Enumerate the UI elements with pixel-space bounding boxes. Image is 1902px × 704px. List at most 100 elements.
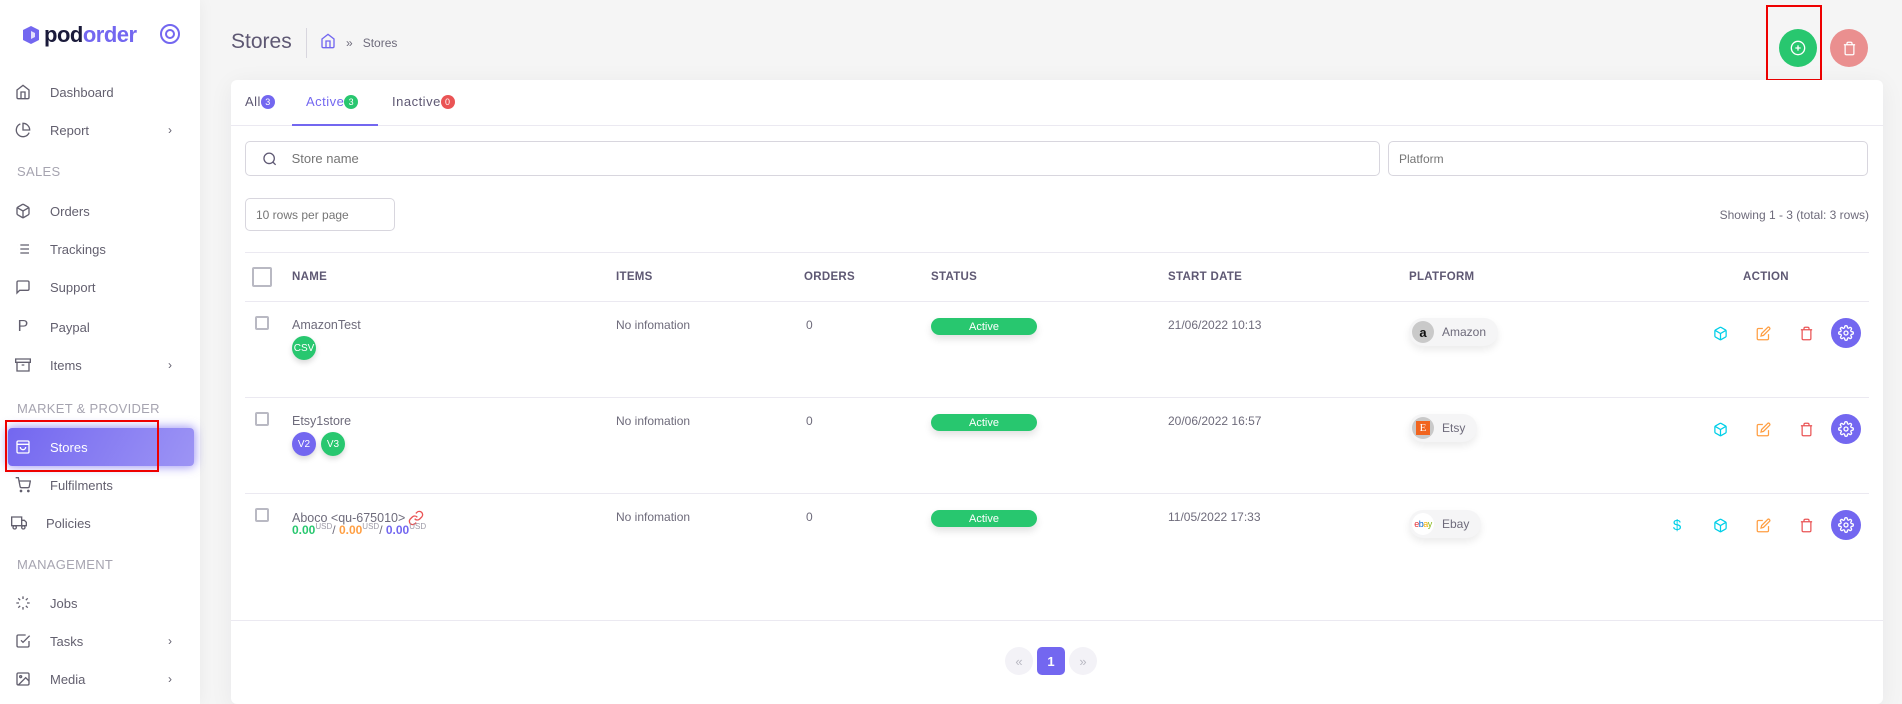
- platform-chip: E Etsy: [1409, 414, 1478, 442]
- sidebar-item-orders[interactable]: Orders: [8, 192, 194, 230]
- sidebar-item-label: Dashboard: [50, 84, 114, 100]
- page-1-button[interactable]: 1: [1037, 647, 1065, 675]
- tab-inactive[interactable]: Inactive 0: [392, 94, 455, 109]
- shopping-bag-icon: [14, 438, 32, 456]
- tag-badge: V2: [292, 432, 316, 456]
- sidebar-item-support[interactable]: Support: [8, 268, 194, 306]
- nav-section-market-provider: MARKET & PROVIDER: [17, 401, 160, 416]
- tab-count-badge: 0: [440, 94, 455, 109]
- nav-section-management: MANAGEMENT: [17, 557, 114, 572]
- column-header-platform[interactable]: PLATFORM: [1409, 271, 1474, 283]
- sidebar-item-trackings[interactable]: Trackings: [8, 230, 194, 268]
- sidebar-item-report[interactable]: Report ›: [8, 111, 194, 149]
- sidebar-item-items[interactable]: Items ›: [8, 346, 194, 384]
- sidebar-item-jobs[interactable]: Jobs: [8, 584, 194, 622]
- view-items-button[interactable]: [1709, 514, 1731, 536]
- store-orders: 0: [806, 414, 813, 428]
- sidebar-item-policies[interactable]: Policies: [8, 504, 194, 542]
- sidebar: podorder Dashboard Report › SALES Orders…: [0, 0, 200, 704]
- tab-count-badge: 3: [344, 94, 359, 109]
- store-items: No infomation: [616, 318, 691, 332]
- table-row: Etsy1store V2 V3 No infomation 0 Active …: [245, 398, 1869, 494]
- sidebar-item-tasks[interactable]: Tasks ›: [8, 622, 194, 660]
- edit-button[interactable]: [1752, 418, 1774, 440]
- select-all-checkbox[interactable]: [252, 267, 272, 287]
- tab-active[interactable]: Active 3: [306, 94, 359, 109]
- trash-icon: [1800, 518, 1812, 532]
- view-items-button[interactable]: [1709, 322, 1731, 344]
- column-header-name[interactable]: NAME: [292, 271, 327, 283]
- home-icon: [14, 83, 32, 101]
- balance-separator: /: [379, 523, 383, 537]
- sidebar-item-paypal[interactable]: P Paypal: [8, 308, 194, 346]
- tab-label: All: [245, 94, 261, 109]
- store-name-search[interactable]: [245, 141, 1380, 176]
- edit-button[interactable]: [1752, 322, 1774, 344]
- settings-button[interactable]: [1831, 510, 1861, 540]
- store-name[interactable]: Etsy1store: [292, 414, 351, 428]
- edit-icon: [1756, 518, 1770, 532]
- sidebar-item-label: Media: [50, 671, 86, 687]
- sidebar-item-label: Fulfilments: [50, 477, 113, 493]
- paypal-icon: P: [17, 318, 29, 335]
- delete-stores-button[interactable]: [1830, 29, 1868, 67]
- settings-button[interactable]: [1831, 318, 1861, 348]
- next-page-button[interactable]: »: [1069, 647, 1097, 675]
- platform-chip: a Amazon: [1409, 318, 1499, 346]
- store-items: No infomation: [616, 414, 691, 428]
- tab-count-badge: 3: [260, 94, 275, 109]
- column-header-items[interactable]: ITEMS: [616, 271, 653, 283]
- add-store-button[interactable]: [1779, 29, 1817, 67]
- add-circle-icon: [1790, 40, 1806, 56]
- platform-filter[interactable]: [1388, 141, 1868, 176]
- box-icon: [1713, 422, 1727, 436]
- breadcrumb: » Stores: [320, 33, 397, 52]
- store-start-date: 11/05/2022 17:33: [1168, 510, 1261, 524]
- stores-card: All 3 Active 3 Inactive 0 Showing 1 - 3 …: [231, 80, 1883, 704]
- platform-name: Ebay: [1442, 517, 1470, 531]
- sidebar-item-label: Paypal: [50, 319, 90, 335]
- delete-button[interactable]: [1795, 514, 1817, 536]
- column-header-orders[interactable]: ORDERS: [804, 271, 855, 283]
- footer-divider: [231, 620, 1883, 621]
- sidebar-item-stores[interactable]: Stores: [8, 428, 194, 466]
- table-row: Aboco <qu-675010> 0.00USD/ 0.00USD/ 0.00…: [245, 494, 1869, 590]
- delete-button[interactable]: [1795, 418, 1817, 440]
- row-checkbox[interactable]: [255, 508, 269, 522]
- column-header-status[interactable]: STATUS: [931, 271, 977, 283]
- platform-input[interactable]: [1399, 151, 1867, 166]
- tab-all[interactable]: All 3: [245, 94, 275, 109]
- box-icon: [1713, 518, 1727, 532]
- prev-page-button[interactable]: «: [1005, 647, 1033, 675]
- gear-icon: [1838, 517, 1854, 533]
- settings-button[interactable]: [1831, 414, 1861, 444]
- dollar-icon: $: [1672, 516, 1682, 534]
- delete-button[interactable]: [1795, 322, 1817, 344]
- column-header-start-date[interactable]: START DATE: [1168, 271, 1242, 283]
- rows-per-page-select[interactable]: [245, 198, 395, 231]
- search-input[interactable]: [291, 151, 1379, 166]
- balance-value: 0.00: [338, 523, 363, 537]
- brand-name-part1: pod: [44, 22, 83, 47]
- tab-label: Active: [306, 94, 345, 109]
- store-orders: 0: [806, 318, 813, 332]
- edit-button[interactable]: [1752, 514, 1774, 536]
- edit-icon: [1756, 326, 1770, 340]
- sidebar-collapse-toggle[interactable]: [160, 24, 180, 44]
- view-items-button[interactable]: [1709, 418, 1731, 440]
- sidebar-item-dashboard[interactable]: Dashboard: [8, 73, 194, 111]
- payment-button[interactable]: $: [1666, 514, 1688, 536]
- column-header-action: ACTION: [1743, 271, 1789, 283]
- breadcrumb-current: Stores: [362, 35, 398, 50]
- title-divider: [306, 28, 307, 58]
- row-checkbox[interactable]: [255, 316, 269, 330]
- tab-label: Inactive: [392, 94, 441, 109]
- sidebar-item-label: Report: [50, 122, 90, 138]
- sidebar-item-media[interactable]: Media ›: [8, 660, 194, 698]
- rows-per-page-input[interactable]: [256, 207, 394, 222]
- home-icon[interactable]: [320, 33, 336, 52]
- store-name[interactable]: AmazonTest: [292, 318, 361, 332]
- row-checkbox[interactable]: [255, 412, 269, 426]
- sidebar-item-fulfilments[interactable]: Fulfilments: [8, 466, 194, 504]
- brand-logo[interactable]: podorder: [22, 22, 137, 48]
